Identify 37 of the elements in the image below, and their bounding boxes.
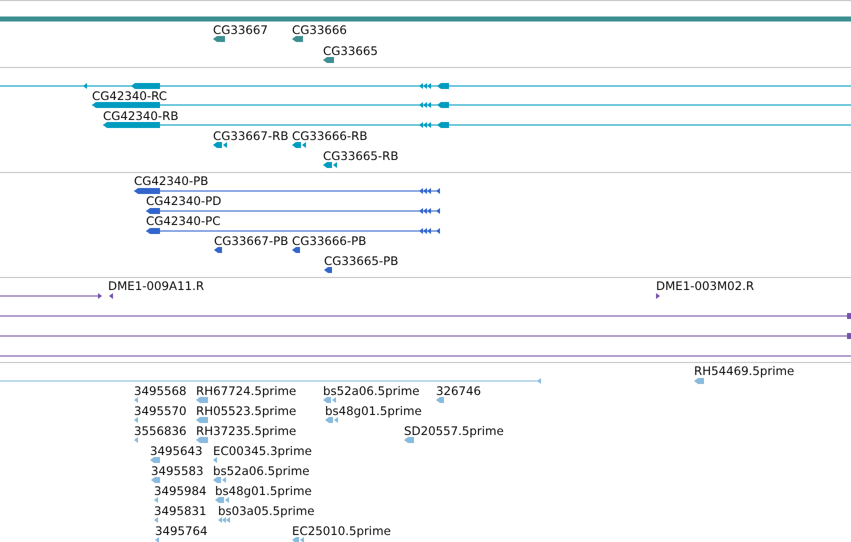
feature-label: 3495583 xyxy=(151,464,204,478)
feature-label: bs48g01.5prime xyxy=(215,484,312,498)
feature-label: EC25010.5prime xyxy=(292,524,391,538)
feature-label: bs52a06.5prime xyxy=(323,384,420,398)
feature-label: CG42340-PD xyxy=(146,194,222,208)
feature-label: 3495831 xyxy=(154,504,207,518)
feature-label: 3495568 xyxy=(134,384,187,398)
feature-label: RH54469.5prime xyxy=(694,364,794,378)
feature-label: 3495984 xyxy=(154,484,207,498)
feature-label: CG42340-RC xyxy=(92,89,168,103)
feature-label: CG33666 xyxy=(292,23,347,37)
feature-label: 326746 xyxy=(436,384,482,398)
feature-label: RH37235.5prime xyxy=(196,424,296,438)
feature-label: CG33665-RB xyxy=(323,149,398,163)
feature-label: 3495764 xyxy=(155,524,208,538)
feature-label: CG33667-RB xyxy=(213,129,288,143)
feature-label: CG33665 xyxy=(323,44,378,58)
feature-label: CG33667 xyxy=(213,23,268,37)
feature-label: 3556836 xyxy=(134,424,187,438)
feature-label: DME1-009A11.R xyxy=(108,279,204,293)
feature-label: CG33667-PB xyxy=(214,234,288,248)
feature-label: 3495570 xyxy=(134,404,187,418)
feature-label: CG33665-PB xyxy=(324,254,398,268)
feature-label: 3495643 xyxy=(150,444,203,458)
feature-label: CG42340-RB xyxy=(103,109,178,123)
feature-label: bs52a06.5prime xyxy=(213,464,310,478)
feature-label: DME1-003M02.R xyxy=(656,279,754,293)
feature-label: CG33666-PB xyxy=(292,234,366,248)
feature-label: RH05523.5prime xyxy=(196,404,296,418)
feature-label: EC00345.3prime xyxy=(213,444,312,458)
feature-label: RH67724.5prime xyxy=(196,384,296,398)
feature-label: CG42340-PC xyxy=(146,214,221,228)
feature-label: SD20557.5prime xyxy=(404,424,504,438)
feature-label: bs03a05.5prime xyxy=(218,504,315,518)
feature-label: bs48g01.5prime xyxy=(325,404,422,418)
feature-label: CG42340-PB xyxy=(134,174,208,188)
feature-label: CG33666-RB xyxy=(292,129,368,143)
